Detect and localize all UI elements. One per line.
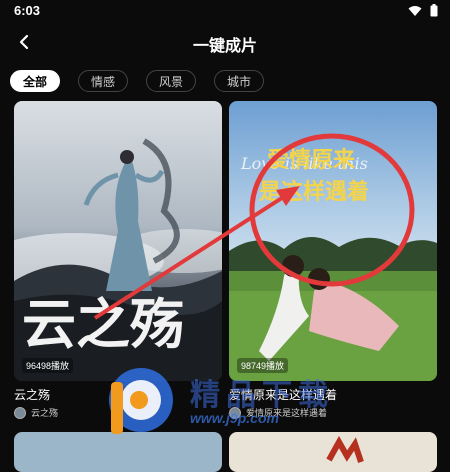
author-name: 爱情原来是这样遇着	[246, 408, 328, 418]
template-card-4[interactable]	[229, 432, 437, 472]
card-author: 云之殇	[14, 406, 58, 419]
author-name: 云之殇	[31, 408, 59, 418]
card-title: 云之殇	[14, 388, 51, 402]
battery-icon	[430, 4, 438, 17]
card-cover-image: 云之殇	[14, 101, 222, 381]
avatar	[229, 406, 241, 419]
avatar	[14, 406, 26, 419]
cover-title-line2: 是这样遇着	[259, 179, 369, 204]
tab-city[interactable]: 城市	[214, 70, 265, 92]
template-card-3[interactable]	[14, 432, 222, 472]
template-card-2[interactable]: Love is like this 爱情原来 是这样遇着 98749播放	[229, 101, 437, 381]
tab-all[interactable]: 全部	[10, 70, 61, 92]
card-cover-image: Love is like this 爱情原来 是这样遇着	[229, 101, 437, 381]
header: 一键成片	[0, 26, 450, 58]
play-count-badge: 98749播放	[237, 358, 289, 373]
tab-scenery[interactable]: 风景	[146, 70, 197, 92]
card-title: 爱情原来是这样遇着	[229, 388, 338, 402]
cover-title-line1: 爱情原来	[267, 147, 356, 172]
card-author: 爱情原来是这样遇着	[229, 406, 327, 419]
status-bar: 6:03	[0, 0, 450, 22]
card-cover-image	[326, 435, 364, 463]
page-title: 一键成片	[192, 38, 257, 55]
wifi-icon	[408, 5, 422, 16]
status-time: 6:03	[14, 3, 41, 18]
status-icons	[408, 4, 438, 17]
template-card-1[interactable]: 云之殇 96498播放	[14, 101, 222, 381]
tab-emotion[interactable]: 情感	[78, 70, 129, 92]
play-count-badge: 96498播放	[22, 358, 74, 373]
category-tabs: 全部 情感 风景 城市	[10, 70, 265, 92]
cover-calligraphy-text: 云之殇	[22, 295, 184, 355]
